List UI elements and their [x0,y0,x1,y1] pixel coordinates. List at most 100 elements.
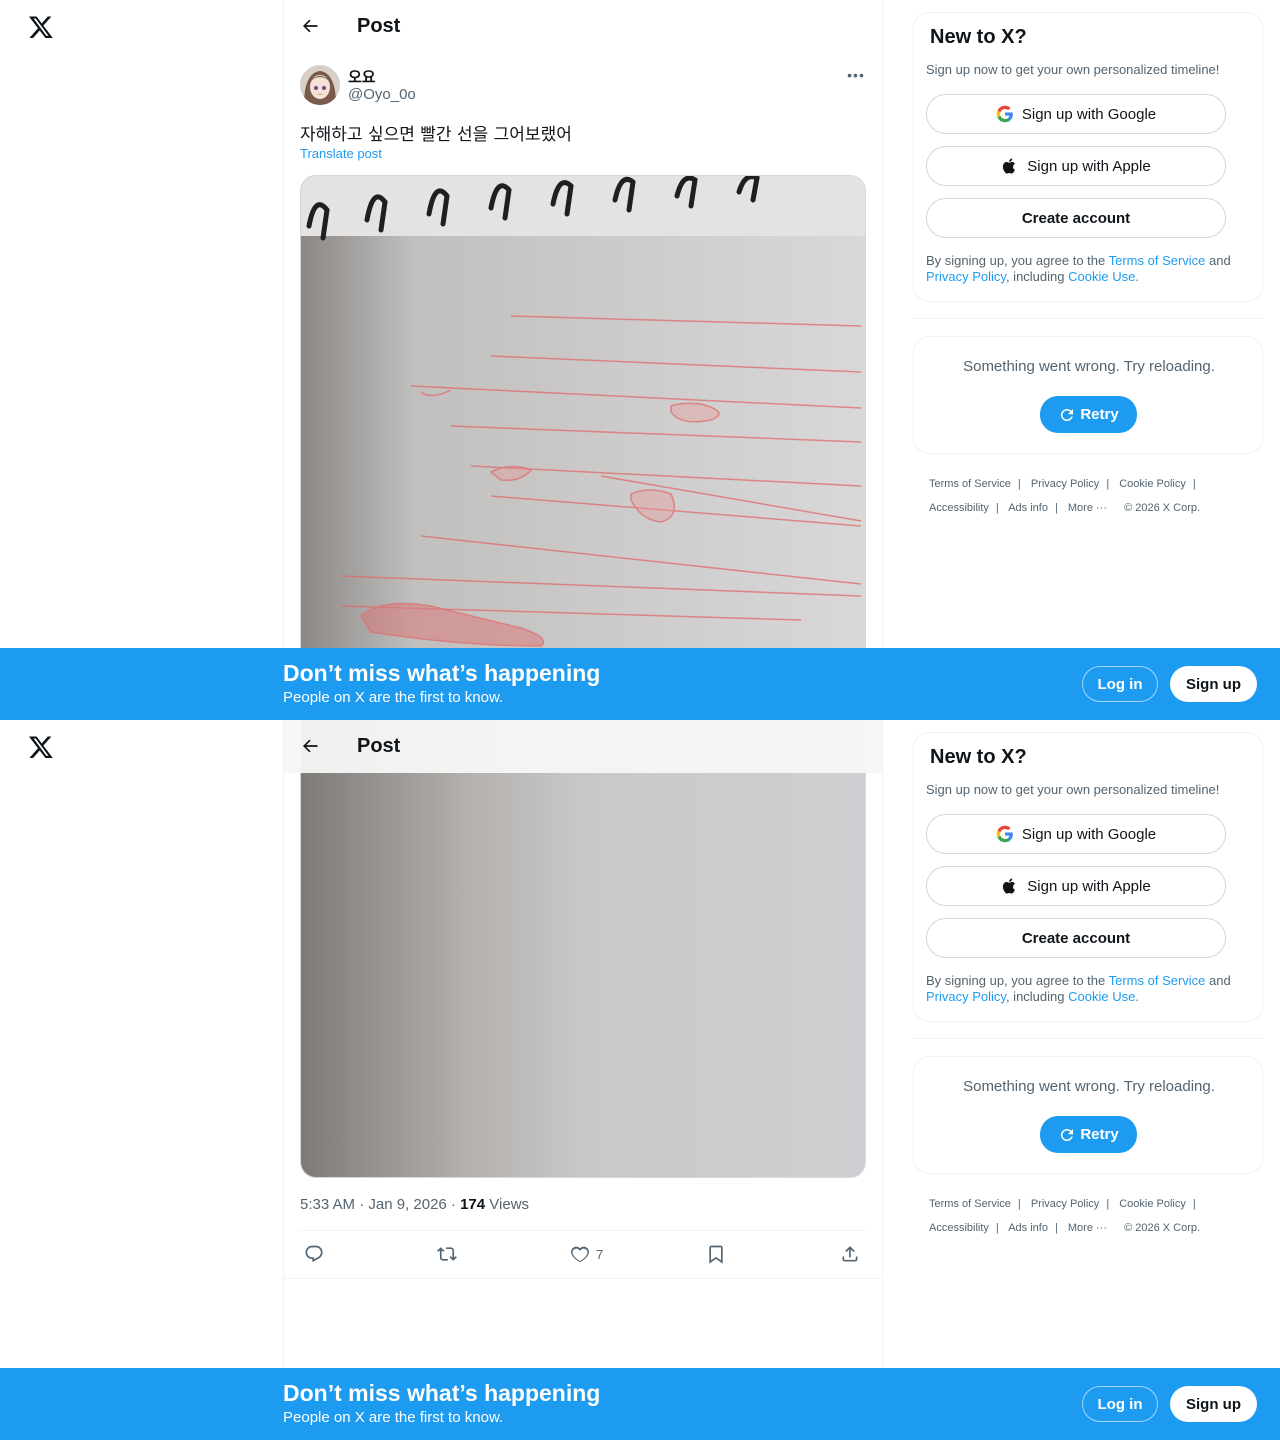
signup-google-button[interactable]: Sign up with Google [926,814,1226,854]
login-button[interactable]: Log in [1082,666,1158,702]
legal-prefix: By signing up, you agree to the [926,253,1109,268]
signup-apple-label: Sign up with Apple [1027,877,1151,895]
signup-legal-text: By signing up, you agree to the Terms of… [926,973,1252,1005]
signup-apple-button[interactable]: Sign up with Apple [926,866,1226,906]
signup-legal-text: By signing up, you agree to the Terms of… [926,253,1252,285]
signup-button[interactable]: Sign up [1170,666,1257,702]
signup-google-label: Sign up with Google [1021,825,1157,843]
post-actions: 7 [300,1242,866,1266]
footer-privacy[interactable]: Privacy Policy [1031,1198,1099,1210]
terms-link[interactable]: Terms of Service [1109,973,1206,988]
refresh-icon [1061,1128,1074,1141]
error-card: Something went wrong. Try reloading. Ret… [913,1056,1263,1174]
signup-card: New to X? Sign up now to get your own pe… [913,732,1263,1022]
bookmark-button[interactable] [706,1242,726,1266]
cookie-link[interactable]: Cookie Use. [1068,989,1139,1004]
x-logo-icon[interactable] [28,14,56,42]
signup-subtitle: Sign up now to get your own personalized… [926,62,1220,77]
banner-subtitle: People on X are the first to know. [283,1409,504,1426]
back-arrow-icon[interactable] [300,736,322,758]
post-image[interactable] [300,175,866,665]
share-icon [842,1246,858,1262]
post-timestamp[interactable]: 5:33 AM · Jan 9, 2026 · [300,1196,460,1213]
footer-links: Terms of Service | Privacy Policy | Cookie… [929,478,1201,514]
like-button[interactable]: 7 [570,1242,603,1266]
signup-button[interactable]: Sign up [1170,1386,1257,1422]
retry-label: Retry [1080,406,1119,423]
repost-button[interactable] [437,1242,457,1266]
footer-ads[interactable]: Ads info [1008,1222,1048,1234]
like-count: 7 [596,1246,604,1262]
post-header: Post [284,0,882,53]
legal-and: and [1205,973,1231,988]
signup-google-button[interactable]: Sign up with Google [926,94,1226,134]
refresh-icon [1061,408,1074,421]
footer-copyright: © 2026 X Corp. [1124,502,1201,514]
legal-including: , including [1005,989,1069,1004]
privacy-link[interactable]: Privacy Policy [926,989,1006,1004]
signup-title: New to X? [930,746,1027,768]
legal-including: , including [1005,269,1069,284]
user-handle[interactable]: @Oyo_0o [348,86,416,103]
login-banner: Don’t miss what’s happening People on X … [0,648,1280,720]
x-logo-icon[interactable] [28,734,56,762]
banner-subtitle: People on X are the first to know. [283,689,504,706]
google-icon [996,825,1013,843]
signup-card: New to X? Sign up now to get your own pe… [913,12,1263,302]
reply-button[interactable] [304,1242,324,1266]
apple-icon [1003,878,1016,894]
post-image[interactable] [300,720,866,1178]
display-name[interactable]: 오요 [348,66,376,87]
bottom-viewport: Post 5:33 AM · Jan 9, 2026 · 174 Views 7 [0,720,1280,1440]
cookie-link[interactable]: Cookie Use. [1068,269,1139,284]
footer-accessibility[interactable]: Accessibility [929,502,989,514]
banner-title: Don’t miss what’s happening [283,660,601,686]
post-meta: 5:33 AM · Jan 9, 2026 · 174 Views [300,1196,529,1213]
banner-title: Don’t miss what’s happening [283,1380,601,1406]
legal-prefix: By signing up, you agree to the [926,973,1109,988]
footer-cookie[interactable]: Cookie Policy [1119,1198,1186,1210]
post-text: 자해하고 싶으면 빨간 선을 그어보랬어 [300,125,572,145]
create-account-button[interactable]: Create account [926,918,1226,958]
privacy-link[interactable]: Privacy Policy [926,269,1006,284]
footer-terms[interactable]: Terms of Service [929,478,1011,490]
more-options-icon[interactable]: ••• [846,67,866,83]
create-account-button[interactable]: Create account [926,198,1226,238]
error-message: Something went wrong. Try reloading. [963,1078,1215,1095]
signup-title: New to X? [930,26,1027,48]
avatar[interactable] [300,65,340,105]
main-column: Post 오요 @Oyo_0o ••• 자해하고 싶으면 빨간 선을 그어보랬어… [283,0,883,720]
login-button[interactable]: Log in [1082,1386,1158,1422]
footer-more[interactable]: More ··· [1068,1222,1107,1234]
page-title: Post [357,735,401,757]
retry-button[interactable]: Retry [1040,1116,1137,1153]
footer-accessibility[interactable]: Accessibility [929,1222,989,1234]
login-banner: Don’t miss what’s happening People on X … [0,1368,1280,1440]
main-column: Post 5:33 AM · Jan 9, 2026 · 174 Views 7 [283,720,883,1440]
signup-apple-label: Sign up with Apple [1027,157,1151,175]
terms-link[interactable]: Terms of Service [1109,253,1206,268]
retry-label: Retry [1080,1126,1119,1143]
bookmark-icon [709,1245,723,1264]
footer-ads[interactable]: Ads info [1008,502,1048,514]
post-author: 오요 @Oyo_0o ••• [300,65,866,107]
signup-google-label: Sign up with Google [1021,105,1157,123]
translate-post-link[interactable]: Translate post [300,146,382,161]
divider [300,1230,866,1231]
retry-button[interactable]: Retry [1040,396,1137,433]
page-title: Post [357,15,401,37]
share-button[interactable] [840,1242,860,1266]
footer-privacy[interactable]: Privacy Policy [1031,478,1099,490]
footer-terms[interactable]: Terms of Service [929,1198,1011,1210]
back-arrow-icon[interactable] [300,16,322,38]
repost-icon [437,1247,457,1261]
footer-copyright: © 2026 X Corp. [1124,1222,1201,1234]
signup-apple-button[interactable]: Sign up with Apple [926,146,1226,186]
apple-icon [1003,158,1016,174]
footer-cookie[interactable]: Cookie Policy [1119,478,1186,490]
reply-icon [305,1245,323,1263]
footer-links: Terms of Service | Privacy Policy | Cookie… [929,1198,1201,1234]
footer-more[interactable]: More ··· [1068,502,1107,514]
post-header: Post [284,720,882,773]
top-viewport: Post 오요 @Oyo_0o ••• 자해하고 싶으면 빨간 선을 그어보랬어… [0,0,1280,720]
